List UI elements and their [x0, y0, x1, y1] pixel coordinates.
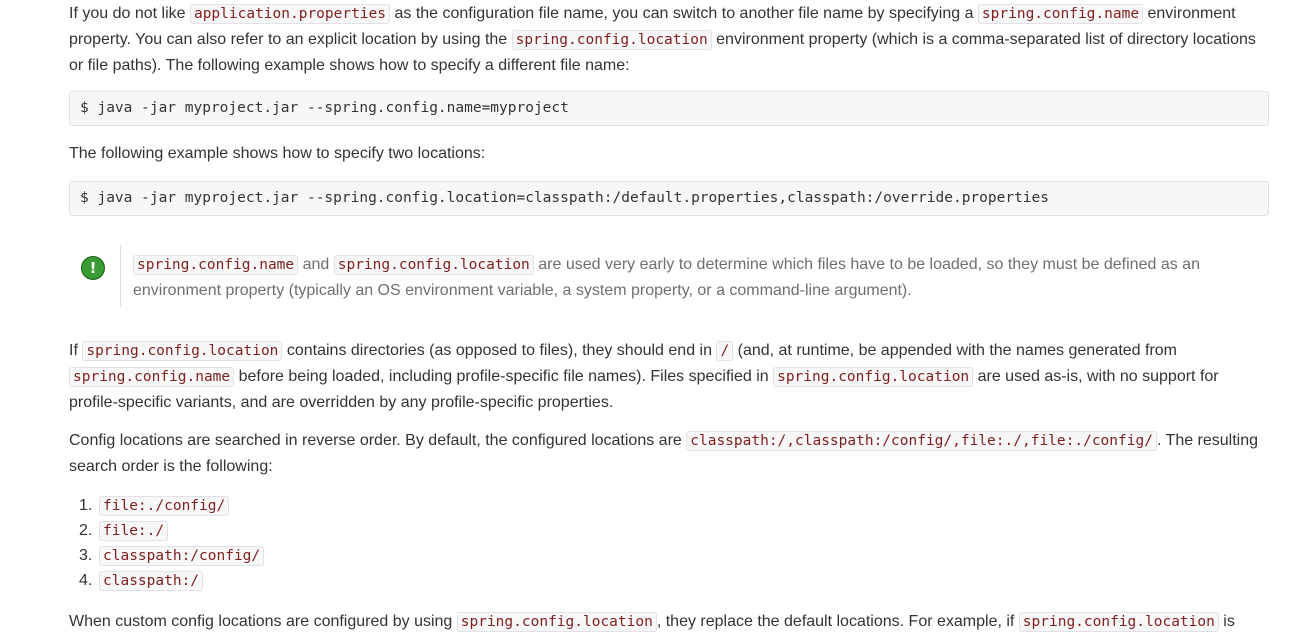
admonition-text: spring.config.name and spring.config.loc…	[133, 252, 1269, 303]
text: before being loaded, including profile-s…	[234, 368, 774, 385]
inline-code: spring.config.name	[133, 255, 299, 275]
text: When custom config locations are configu…	[69, 613, 457, 630]
important-admonition: ! spring.config.name and spring.config.l…	[69, 245, 1269, 307]
paragraph-directories: If spring.config.location contains direc…	[69, 338, 1269, 415]
inline-code: spring.config.location	[333, 255, 534, 275]
code-block: $ java -jar myproject.jar --spring.confi…	[80, 190, 1050, 206]
text: If you do not like	[69, 5, 190, 22]
code-block: $ java -jar myproject.jar --spring.confi…	[80, 100, 569, 116]
inline-code: file:./	[99, 521, 169, 541]
inline-code: classpath:/config/	[99, 546, 265, 566]
paragraph-search-order: Config locations are searched in reverse…	[69, 428, 1269, 479]
inline-code: classpath:/	[99, 571, 204, 591]
code-listing-config-location: $ java -jar myproject.jar --spring.confi…	[69, 181, 1269, 216]
inline-code: spring.config.location	[511, 30, 712, 50]
text: Config locations are searched in reverse…	[69, 432, 687, 449]
text: as the configuration file name, you can …	[390, 5, 978, 22]
admonition-divider	[120, 245, 121, 307]
list-number: 4.	[79, 572, 93, 589]
paragraph-config-name: If you do not like application.propertie…	[69, 1, 1269, 78]
list-number: 1.	[79, 497, 93, 514]
code-listing-config-name: $ java -jar myproject.jar --spring.confi…	[69, 91, 1269, 126]
inline-code: spring.config.location	[1018, 612, 1219, 632]
warning-exclamation-icon: !	[81, 256, 105, 280]
inline-code: /	[716, 341, 734, 361]
inline-code: spring.config.location	[456, 612, 657, 632]
inline-code: file:./config/	[99, 496, 230, 516]
text: , they replace the default locations. Fo…	[656, 613, 1019, 630]
inline-code: spring.config.location	[773, 367, 974, 387]
text: (and, at runtime, be appended with the n…	[733, 342, 1177, 359]
inline-code: classpath:/,classpath:/config/,file:./,f…	[686, 431, 1157, 451]
text: If	[69, 342, 83, 359]
inline-code: spring.config.name	[69, 367, 235, 387]
list-number: 3.	[79, 547, 93, 564]
text: contains directories (as opposed to file…	[282, 342, 717, 359]
inline-code: spring.config.location	[82, 341, 283, 361]
paragraph-two-locations: The following example shows how to speci…	[69, 145, 486, 162]
text: is	[1218, 613, 1235, 630]
inline-code: spring.config.name	[977, 4, 1144, 24]
text: and	[298, 256, 334, 273]
list-number: 2.	[79, 522, 93, 539]
inline-code: application.properties	[189, 4, 391, 24]
paragraph-custom-locations: When custom config locations are configu…	[69, 609, 1269, 635]
